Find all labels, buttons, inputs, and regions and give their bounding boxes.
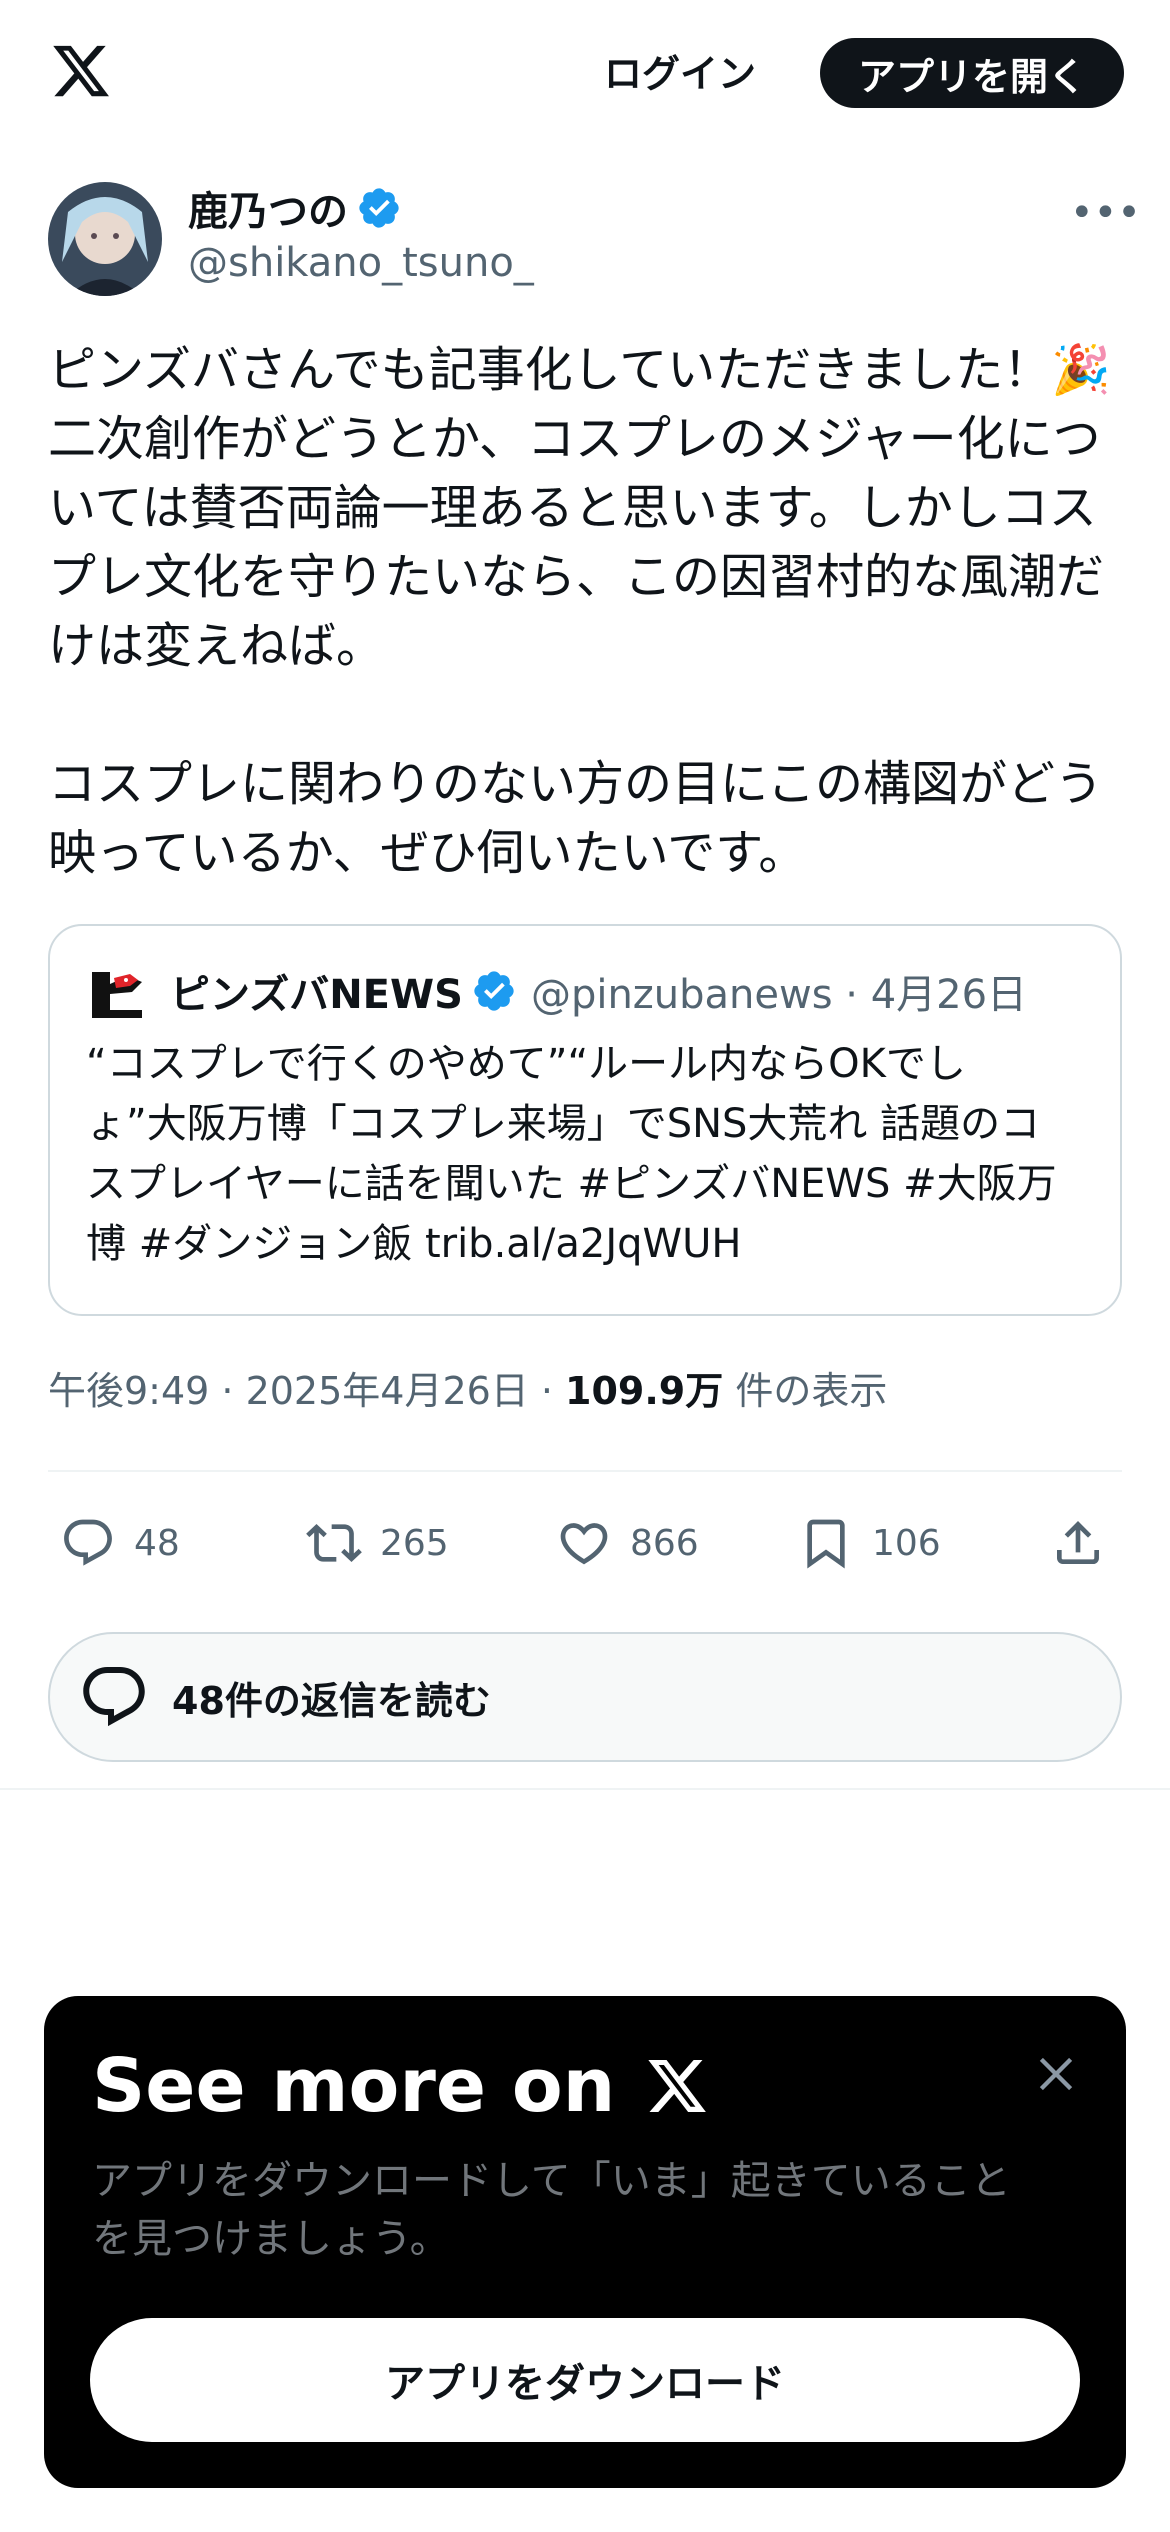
x-logo-icon[interactable] xyxy=(48,40,114,102)
quote-handle-date: @pinzubanews · 4月26日 xyxy=(530,972,1028,1018)
sheet-description-line: アプリをダウンロードして「いま」起きていること xyxy=(92,2158,1011,2204)
avatar-image xyxy=(48,182,162,296)
more-options-icon[interactable]: ••• xyxy=(1070,188,1141,238)
bookmark-count: 106 xyxy=(872,1522,941,1564)
quote-text-line: 博 #ダンジョン飯 trib.al/a2JqWUH xyxy=(86,1221,742,1267)
login-button[interactable]: ログイン xyxy=(590,40,770,100)
author-name: 鹿乃つの xyxy=(188,189,348,235)
divider xyxy=(48,1470,1122,1472)
close-icon[interactable] xyxy=(1030,2048,1082,2100)
tweet-text-line: いては賛否両論一理あると思います。しかしコス xyxy=(48,480,1097,536)
quoted-tweet-card[interactable]: ピンズバNEWS @pinzubanews · 4月26日 “コスプレで行くのや… xyxy=(48,924,1122,1316)
verified-badge-icon xyxy=(359,188,399,228)
tweet-text-line: プレ文化を守りたいなら、この因習村的な風潮だ xyxy=(48,549,1105,605)
quote-text-line: “コスプレで行くのやめて”“ルール内ならOKでし xyxy=(86,1041,966,1087)
repost-count: 265 xyxy=(380,1522,449,1564)
tweet-meta: 午後9:49 · 2025年4月26日 · 109.9万 件の表示 xyxy=(48,1360,887,1415)
divider xyxy=(0,1788,1170,1790)
verified-badge-icon xyxy=(474,971,514,1011)
reply-icon xyxy=(64,1519,112,1566)
tweet-text: ピンズバさんでも記事化していただきました！🎉 二次創作がどうとか、コスプレのメジ… xyxy=(48,336,1128,888)
tweet-text-line: 二次創作がどうとか、コスプレのメジャー化につ xyxy=(48,411,1101,467)
repost-button[interactable]: 265 xyxy=(306,1488,449,1598)
reply-count: 48 xyxy=(134,1522,180,1564)
share-button[interactable] xyxy=(1050,1488,1106,1598)
sheet-description-line: を見つけましょう。 xyxy=(92,2216,450,2262)
tweet-page: ログイン アプリを開く 鹿乃つの @shikano_tsuno_ ••• ピンズ… xyxy=(0,0,1170,2532)
quote-text: “コスプレで行くのやめて”“ルール内ならOKでし ょ”大阪万博「コスプレ来場」で… xyxy=(86,1034,1096,1274)
author-name-row[interactable]: 鹿乃つの xyxy=(188,180,402,236)
share-icon xyxy=(1057,1521,1099,1564)
heart-icon xyxy=(560,1523,608,1565)
download-app-button[interactable]: アプリをダウンロード xyxy=(90,2318,1080,2442)
reply-icon xyxy=(83,1667,145,1727)
read-replies-button[interactable]: 48件の返信を読む xyxy=(48,1632,1122,1762)
like-count: 866 xyxy=(630,1522,699,1564)
see-more-sheet: See more on アプリをダウンロードして「いま」起きていること を見つけ… xyxy=(44,1996,1126,2488)
repost-icon xyxy=(306,1524,362,1562)
x-logo-icon xyxy=(648,2060,707,2112)
quote-text-line: スプレイヤーに話を聞いた #ピンズバNEWS #大阪万 xyxy=(86,1161,1057,1207)
sheet-title-text: See more on xyxy=(92,2043,616,2129)
reply-button[interactable]: 48 xyxy=(60,1488,180,1598)
tweet-timestamp[interactable]: 午後9:49 · 2025年4月26日 · xyxy=(48,1369,565,1413)
bookmark-button[interactable]: 106 xyxy=(798,1488,941,1598)
open-app-button[interactable]: アプリを開く xyxy=(820,38,1124,108)
bookmark-icon xyxy=(807,1519,845,1569)
quote-header: ピンズバNEWS @pinzubanews · 4月26日 xyxy=(170,956,1027,1026)
sheet-description: アプリをダウンロードして「いま」起きていること を見つけましょう。 xyxy=(92,2152,1092,2268)
tweet-text-line: ピンズバさんでも記事化していただきました！🎉 xyxy=(48,342,1111,398)
read-replies-label: 48件の返信を読む xyxy=(172,1678,491,1723)
tweet-text-line: 映っているか、ぜひ伺いたいです。 xyxy=(48,825,807,881)
quote-author-name: ピンズバNEWS xyxy=(170,972,463,1018)
author-handle[interactable]: @shikano_tsuno_ xyxy=(188,240,534,286)
action-bar: 48 265 866 106 xyxy=(0,1488,1170,1598)
tweet-text-line: コスプレに関わりのない方の目にこの構図がどう xyxy=(48,756,1104,812)
view-count: 109.9万 xyxy=(565,1369,724,1413)
quote-text-line: ょ”大阪万博「コスプレ来場」でSNS大荒れ 話題のコ xyxy=(86,1101,1041,1147)
quote-avatar xyxy=(86,962,148,1024)
top-bar: ログイン アプリを開く xyxy=(0,0,1170,150)
sheet-title: See more on xyxy=(92,2036,711,2136)
view-count-suffix: 件の表示 xyxy=(723,1369,888,1413)
tweet-text-line: けは変えねば。 xyxy=(48,618,385,674)
author-avatar[interactable] xyxy=(48,182,162,296)
like-button[interactable]: 866 xyxy=(556,1488,699,1598)
